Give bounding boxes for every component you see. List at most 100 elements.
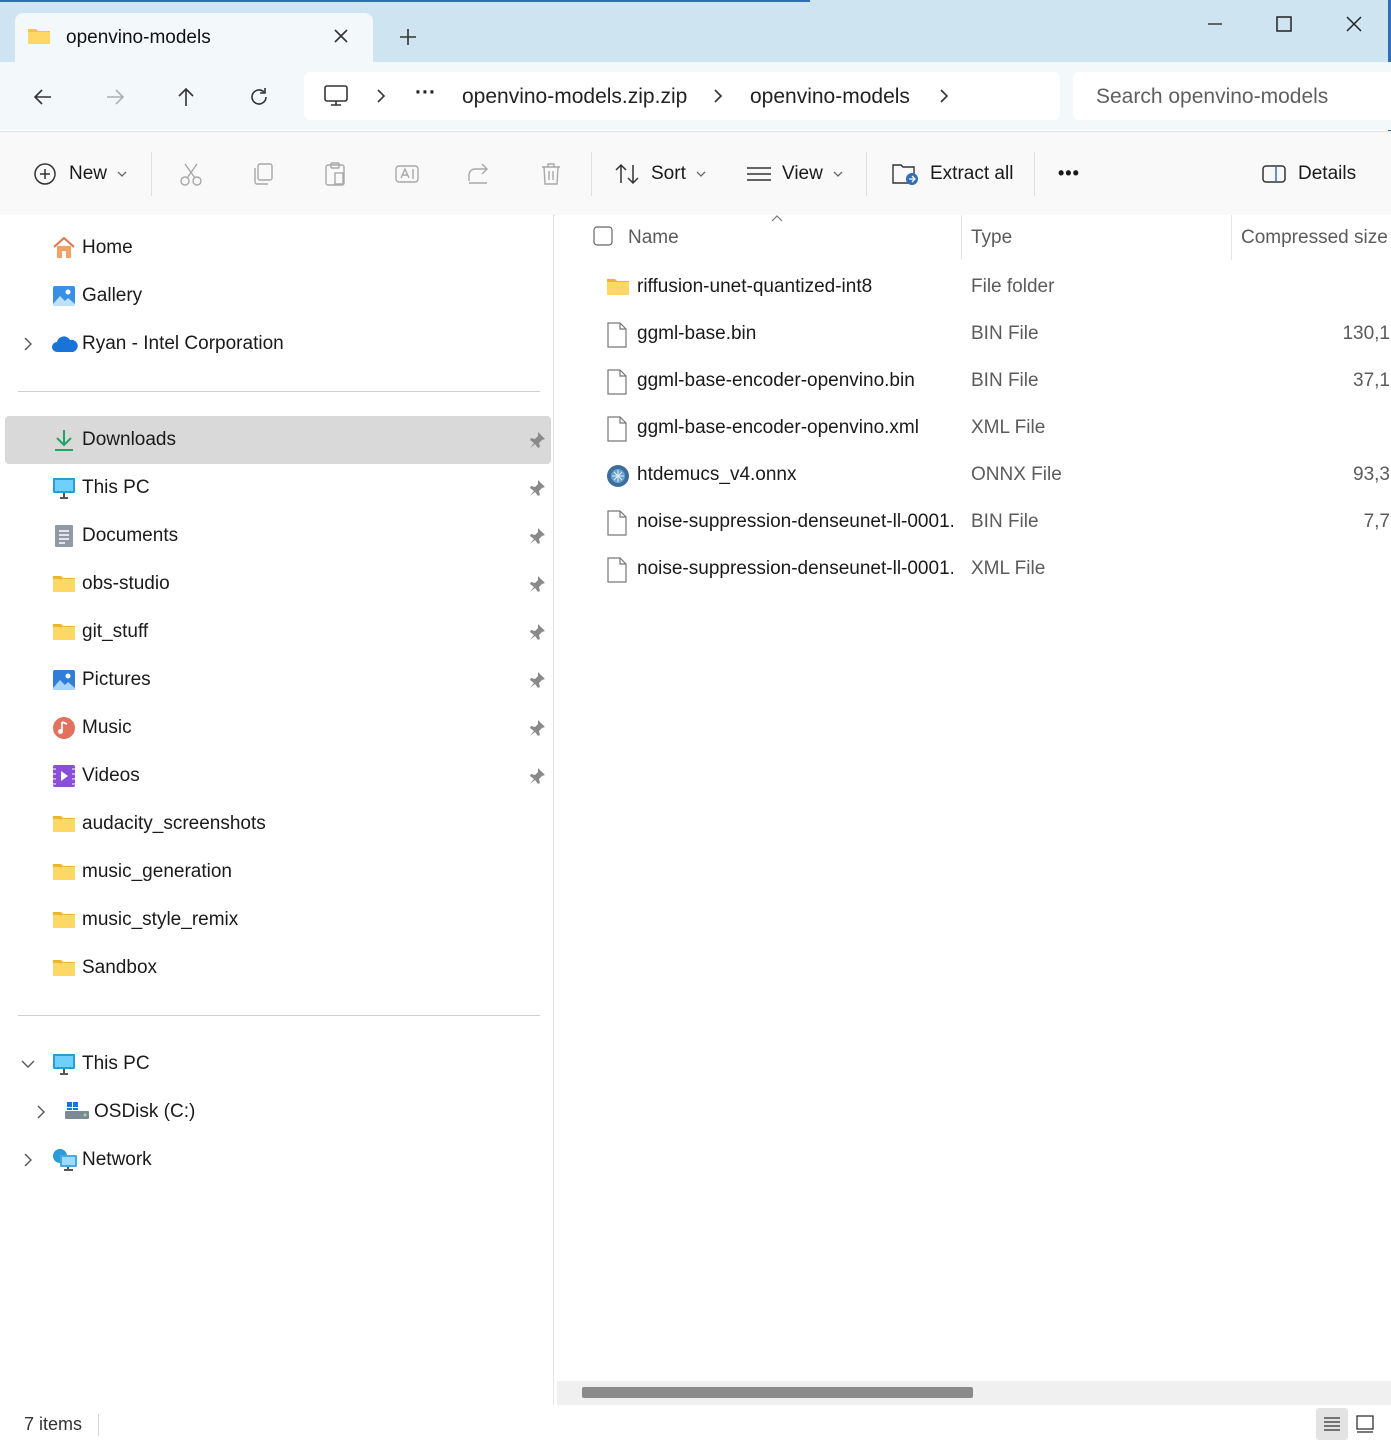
select-all-checkbox[interactable] bbox=[593, 226, 613, 246]
rename-button[interactable] bbox=[394, 132, 420, 215]
nav-label: music_generation bbox=[82, 861, 232, 882]
nav-videos[interactable]: Videos bbox=[5, 752, 551, 800]
nav-label: Videos bbox=[82, 765, 140, 786]
maximize-button[interactable] bbox=[1261, 10, 1307, 38]
more-options-button[interactable]: ••• bbox=[1058, 132, 1080, 215]
details-button[interactable]: Details bbox=[1261, 132, 1356, 215]
details-pane-icon bbox=[1261, 163, 1287, 185]
horizontal-scrollbar[interactable] bbox=[557, 1381, 1391, 1405]
tiles-view-toggle[interactable] bbox=[1349, 1408, 1381, 1440]
breadcrumb-folder[interactable]: openvino-models bbox=[750, 85, 910, 109]
nav-obs-studio[interactable]: obs-studio bbox=[5, 560, 551, 608]
nav-osdisk[interactable]: OSDisk (C:) bbox=[5, 1088, 551, 1136]
breadcrumb-overflow[interactable]: ··· bbox=[415, 81, 436, 105]
nav-label: Pictures bbox=[82, 669, 151, 690]
new-button[interactable]: New bbox=[33, 132, 127, 215]
file-row[interactable]: noise-suppression-denseunet-ll-0001.... … bbox=[600, 546, 1391, 593]
chevron-right-icon[interactable] bbox=[22, 336, 34, 352]
column-separator[interactable] bbox=[1231, 215, 1232, 260]
chevron-right-icon[interactable] bbox=[374, 88, 388, 104]
file-size: 37,1 bbox=[1353, 370, 1390, 391]
pin-icon[interactable] bbox=[528, 527, 546, 545]
up-button[interactable] bbox=[170, 81, 202, 113]
nav-onedrive[interactable]: Ryan - Intel Corporation bbox=[5, 320, 551, 368]
column-header-compressed-size[interactable]: Compressed size bbox=[1241, 227, 1388, 249]
file-icon bbox=[606, 557, 628, 583]
cut-button[interactable] bbox=[178, 132, 204, 215]
network-icon bbox=[52, 1148, 78, 1172]
address-bar[interactable]: ··· openvino-models.zip.zip openvino-mod… bbox=[304, 72, 1060, 120]
chevron-down-icon[interactable] bbox=[20, 1058, 36, 1070]
extract-all-button[interactable]: Extract all bbox=[892, 132, 1013, 215]
nav-label: Ryan - Intel Corporation bbox=[82, 333, 284, 354]
nav-gallery[interactable]: Gallery bbox=[5, 272, 551, 320]
paste-button[interactable] bbox=[322, 132, 348, 215]
back-button[interactable] bbox=[27, 81, 59, 113]
forward-button[interactable] bbox=[99, 81, 131, 113]
file-row[interactable]: noise-suppression-denseunet-ll-0001.... … bbox=[600, 499, 1391, 546]
pictures-icon bbox=[52, 668, 76, 692]
column-header-type[interactable]: Type bbox=[971, 227, 1012, 249]
file-row[interactable]: ggml-base-encoder-openvino.bin BIN File … bbox=[600, 358, 1391, 405]
nav-label: Sandbox bbox=[82, 957, 158, 978]
close-tab-icon[interactable] bbox=[331, 26, 351, 46]
close-window-button[interactable] bbox=[1331, 10, 1377, 38]
home-icon bbox=[52, 236, 76, 260]
computer-icon[interactable] bbox=[323, 84, 349, 108]
maximize-icon bbox=[1275, 15, 1293, 33]
sort-button[interactable]: Sort bbox=[614, 132, 706, 215]
nav-sandbox[interactable]: Sandbox bbox=[5, 944, 551, 992]
tab-openvino-models[interactable]: openvino-models bbox=[15, 13, 373, 62]
details-label: Details bbox=[1298, 162, 1357, 184]
pin-icon[interactable] bbox=[528, 623, 546, 641]
nav-this-pc-quick[interactable]: This PC bbox=[5, 464, 551, 512]
refresh-button[interactable] bbox=[243, 81, 275, 113]
nav-downloads[interactable]: Downloads bbox=[5, 416, 551, 464]
nav-network[interactable]: Network bbox=[5, 1136, 551, 1184]
file-row[interactable]: ggml-base.bin BIN File 130,1 bbox=[600, 311, 1391, 358]
nav-label: Gallery bbox=[82, 285, 143, 306]
column-header-name[interactable]: Name bbox=[628, 227, 679, 249]
nav-music[interactable]: Music bbox=[5, 704, 551, 752]
nav-documents[interactable]: Documents bbox=[5, 512, 551, 560]
view-button[interactable]: View bbox=[746, 132, 843, 215]
chevron-right-icon[interactable] bbox=[937, 88, 951, 104]
file-type: BIN File bbox=[971, 370, 1039, 391]
nav-label: OSDisk (C:) bbox=[94, 1101, 196, 1122]
scrollbar-thumb[interactable] bbox=[582, 1387, 973, 1398]
file-row[interactable]: htdemucs_v4.onnx ONNX File 93,3 bbox=[600, 452, 1391, 499]
nav-pictures[interactable]: Pictures bbox=[5, 656, 551, 704]
pin-icon[interactable] bbox=[528, 431, 546, 449]
search-input[interactable]: Search openvino-models bbox=[1073, 72, 1391, 120]
pin-icon[interactable] bbox=[528, 479, 546, 497]
nav-home[interactable]: Home bbox=[5, 224, 551, 272]
nav-music-style-remix[interactable]: music_style_remix bbox=[5, 896, 551, 944]
copy-button[interactable] bbox=[250, 132, 276, 215]
clipboard-icon bbox=[322, 161, 348, 187]
pin-icon[interactable] bbox=[528, 719, 546, 737]
column-separator[interactable] bbox=[961, 215, 962, 260]
nav-music-generation[interactable]: music_generation bbox=[5, 848, 551, 896]
nav-divider bbox=[18, 1015, 540, 1016]
music-icon bbox=[52, 716, 76, 740]
delete-button[interactable] bbox=[538, 132, 564, 215]
breadcrumb-zip[interactable]: openvino-models.zip.zip bbox=[462, 85, 687, 109]
sort-label: Sort bbox=[651, 162, 686, 184]
minimize-button[interactable] bbox=[1192, 10, 1238, 38]
nav-this-pc[interactable]: This PC bbox=[5, 1040, 551, 1088]
chevron-right-icon[interactable] bbox=[711, 88, 725, 104]
chevron-right-icon[interactable] bbox=[35, 1104, 47, 1120]
nav-git-stuff[interactable]: git_stuff bbox=[5, 608, 551, 656]
details-view-toggle[interactable] bbox=[1316, 1408, 1348, 1440]
file-row[interactable]: ggml-base-encoder-openvino.xml XML File bbox=[600, 405, 1391, 452]
share-button[interactable] bbox=[466, 132, 492, 215]
pin-icon[interactable] bbox=[528, 671, 546, 689]
file-row[interactable]: riffusion-unet-quantized-int8 File folde… bbox=[600, 264, 1391, 311]
pin-icon[interactable] bbox=[528, 575, 546, 593]
pin-icon[interactable] bbox=[528, 767, 546, 785]
gallery-icon bbox=[52, 284, 76, 308]
nav-audacity-screenshots[interactable]: audacity_screenshots bbox=[5, 800, 551, 848]
refresh-icon bbox=[247, 85, 271, 109]
new-tab-button[interactable] bbox=[396, 25, 420, 49]
chevron-right-icon[interactable] bbox=[22, 1152, 34, 1168]
